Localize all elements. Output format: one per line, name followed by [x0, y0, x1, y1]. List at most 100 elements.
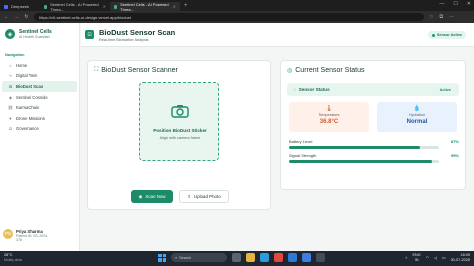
browser-address-bar: ← → ↻ https://v0-sentinel-cells-ui-desig…: [0, 11, 474, 23]
maximize-icon[interactable]: ☐: [453, 1, 457, 7]
drone-icon: ✈: [8, 115, 13, 121]
status-card-title: ◎ Current Sensor Status: [287, 67, 365, 74]
wifi-icon: ◌: [293, 87, 296, 92]
scanner-card: ⛶ BioDust Sensor Scanner Position BioDus…: [87, 60, 271, 210]
sidebar-item-home[interactable]: ⌂ Home: [2, 60, 77, 71]
pulse-icon: ∿: [8, 73, 13, 79]
sidebar-item-karmachain[interactable]: ⛓ KarmaChain: [2, 102, 77, 113]
extensions-icon[interactable]: ⧉: [439, 14, 443, 20]
start-icon[interactable]: [158, 253, 166, 262]
system-tray: ˄ ENG IN ◠ ◁ ▭ 18:09 30-07-2025: [405, 253, 470, 262]
hydration-label: Hydration: [408, 113, 426, 117]
sidebar-item-label: Home: [16, 62, 28, 68]
browser-tab-active[interactable]: Sentinel Cells - AI Powered Threa... ✕: [110, 2, 180, 12]
tab-label: Deepseek: [11, 4, 30, 9]
page-subtitle: Real-time Biomarker Analysis: [99, 37, 149, 42]
camera-drop-zone[interactable]: Position BioDust Sticker Align with came…: [139, 82, 219, 161]
chrome-icon[interactable]: [274, 253, 283, 262]
camera-icon: [171, 105, 189, 118]
terminal-icon[interactable]: [316, 253, 325, 262]
signal-progress-fill: [289, 160, 432, 163]
file-explorer-icon[interactable]: [246, 253, 255, 262]
speaker-icon[interactable]: ◁: [434, 255, 437, 260]
forward-icon[interactable]: →: [14, 14, 19, 20]
thermometer-icon: 🌡: [325, 106, 333, 112]
upload-photo-label: Upload Photo: [194, 194, 221, 199]
bookmark-icon[interactable]: ☆: [429, 14, 433, 20]
sidebar-item-label: KarmaChain: [16, 105, 40, 111]
browser-toolbar-icons: ☆ ⧉ ⋯: [429, 14, 454, 20]
new-tab-button[interactable]: +: [184, 3, 188, 9]
sidebar-item-digital-twin[interactable]: ∿ Digital Twin: [2, 71, 77, 82]
status-title: Current Sensor Status: [295, 67, 365, 74]
patient-id-line2: 378: [16, 238, 22, 243]
sidebar-item-governance[interactable]: ⚖ Governance: [2, 124, 77, 135]
close-tab-icon[interactable]: ✕: [103, 4, 106, 9]
window-controls: — ☐ ✕: [439, 1, 471, 7]
store-icon[interactable]: [302, 253, 311, 262]
brand-subtitle: AI Health Guardian: [19, 35, 50, 39]
tab-favicon-icon: [44, 4, 48, 9]
menu-icon[interactable]: ⋯: [449, 14, 454, 20]
close-window-icon[interactable]: ✕: [467, 1, 471, 7]
browser-tab[interactable]: Sentinel Cells - AI Powered Threa... ✕: [40, 1, 110, 12]
user-profile[interactable]: PS Priya Sharma Patient ID: SC-2024- 378: [3, 228, 77, 243]
hydration-tile: 💧 Hydration Normal: [377, 102, 457, 132]
signal-value: 95%: [450, 153, 459, 158]
upload-photo-button[interactable]: ⇪ Upload Photo: [179, 190, 229, 203]
minimize-icon[interactable]: —: [439, 1, 444, 7]
sidebar-item-biodust-scan[interactable]: ⊡ BioDust Scan: [2, 81, 77, 92]
home-icon: ⌂: [9, 62, 12, 68]
hydration-value: Normal: [406, 119, 428, 125]
search-icon: ⌕: [175, 255, 178, 260]
sensor-status-label: ◌ Sensor Status: [293, 87, 330, 92]
close-tab-icon[interactable]: ✕: [173, 4, 176, 9]
sidebar-item-drone-missions[interactable]: ✈ Drone Missions: [2, 113, 77, 124]
app-window: ◈ Sentinel Cells AI Health Guardian Navi…: [0, 23, 474, 251]
shield-logo-icon: ◈: [5, 29, 15, 39]
tab-label: Sentinel Cells - AI Powered Threa...: [50, 1, 99, 12]
clock[interactable]: 18:09 30-07-2025: [451, 253, 470, 262]
sidebar: ◈ Sentinel Cells AI Health Guardian Navi…: [0, 23, 80, 251]
sensor-status-text: Sensor Status: [298, 87, 330, 92]
weather-widget[interactable]: 28°C Mostly clear: [4, 253, 22, 262]
taskbar-apps: ⌕ Search: [158, 253, 325, 262]
back-icon[interactable]: ←: [4, 14, 9, 20]
battery-icon[interactable]: ▭: [442, 255, 446, 260]
page-header: ⊡ BioDust Sensor Scan Real-time Biomarke…: [81, 23, 474, 47]
reload-icon[interactable]: ↻: [24, 14, 29, 20]
chain-icon: ⛓: [8, 105, 14, 111]
sensor-status-card: ◎ Current Sensor Status ◌ Sensor Status …: [280, 60, 466, 190]
wifi-icon[interactable]: ◠: [426, 255, 429, 260]
status-info-icon: ◎: [287, 68, 293, 74]
vscode-icon[interactable]: [288, 253, 297, 262]
camera-icon: ◉: [138, 193, 143, 199]
sidebar-item-label: Governance: [16, 126, 39, 132]
scanner-card-title: ⛶ BioDust Sensor Scanner: [94, 67, 178, 74]
scan-frame-icon: ⛶: [94, 67, 99, 73]
chevron-up-icon[interactable]: ˄: [405, 256, 407, 260]
language-indicator[interactable]: ENG IN: [412, 253, 420, 262]
scan-now-label: Scan Now: [145, 194, 166, 199]
governance-icon: ⚖: [8, 126, 13, 132]
tab-favicon-icon: [4, 4, 8, 9]
tab-favicon-icon: [114, 4, 118, 9]
scan-header-icon: ⊡: [85, 30, 94, 39]
weather-desc: Mostly clear: [4, 257, 23, 262]
lang-code: ENG: [412, 253, 421, 257]
browser-tab[interactable]: Deepseek: [0, 2, 40, 11]
scan-now-button[interactable]: ◉ Scan Now: [131, 190, 173, 203]
url-field[interactable]: https://v0-sentinel-cells-ui-design.verc…: [34, 13, 424, 21]
lang-region: IN: [414, 257, 419, 262]
page-title: BioDust Sensor Scan: [99, 28, 176, 37]
sidebar-item-label: Digital Twin: [16, 73, 38, 79]
battery-value: 87%: [450, 139, 459, 144]
search-placeholder: Search: [179, 255, 192, 260]
taskbar-search[interactable]: ⌕ Search: [171, 253, 227, 262]
sensor-status-value: Active: [439, 87, 451, 92]
battery-label: Battery Level: [289, 139, 313, 144]
sidebar-item-sentinel-console[interactable]: ◈ Sentinel Console: [2, 92, 77, 103]
task-view-icon[interactable]: [232, 253, 241, 262]
browser-tab-bar: Deepseek Sentinel Cells - AI Powered Thr…: [0, 0, 474, 12]
edge-browser-icon[interactable]: [260, 253, 269, 262]
